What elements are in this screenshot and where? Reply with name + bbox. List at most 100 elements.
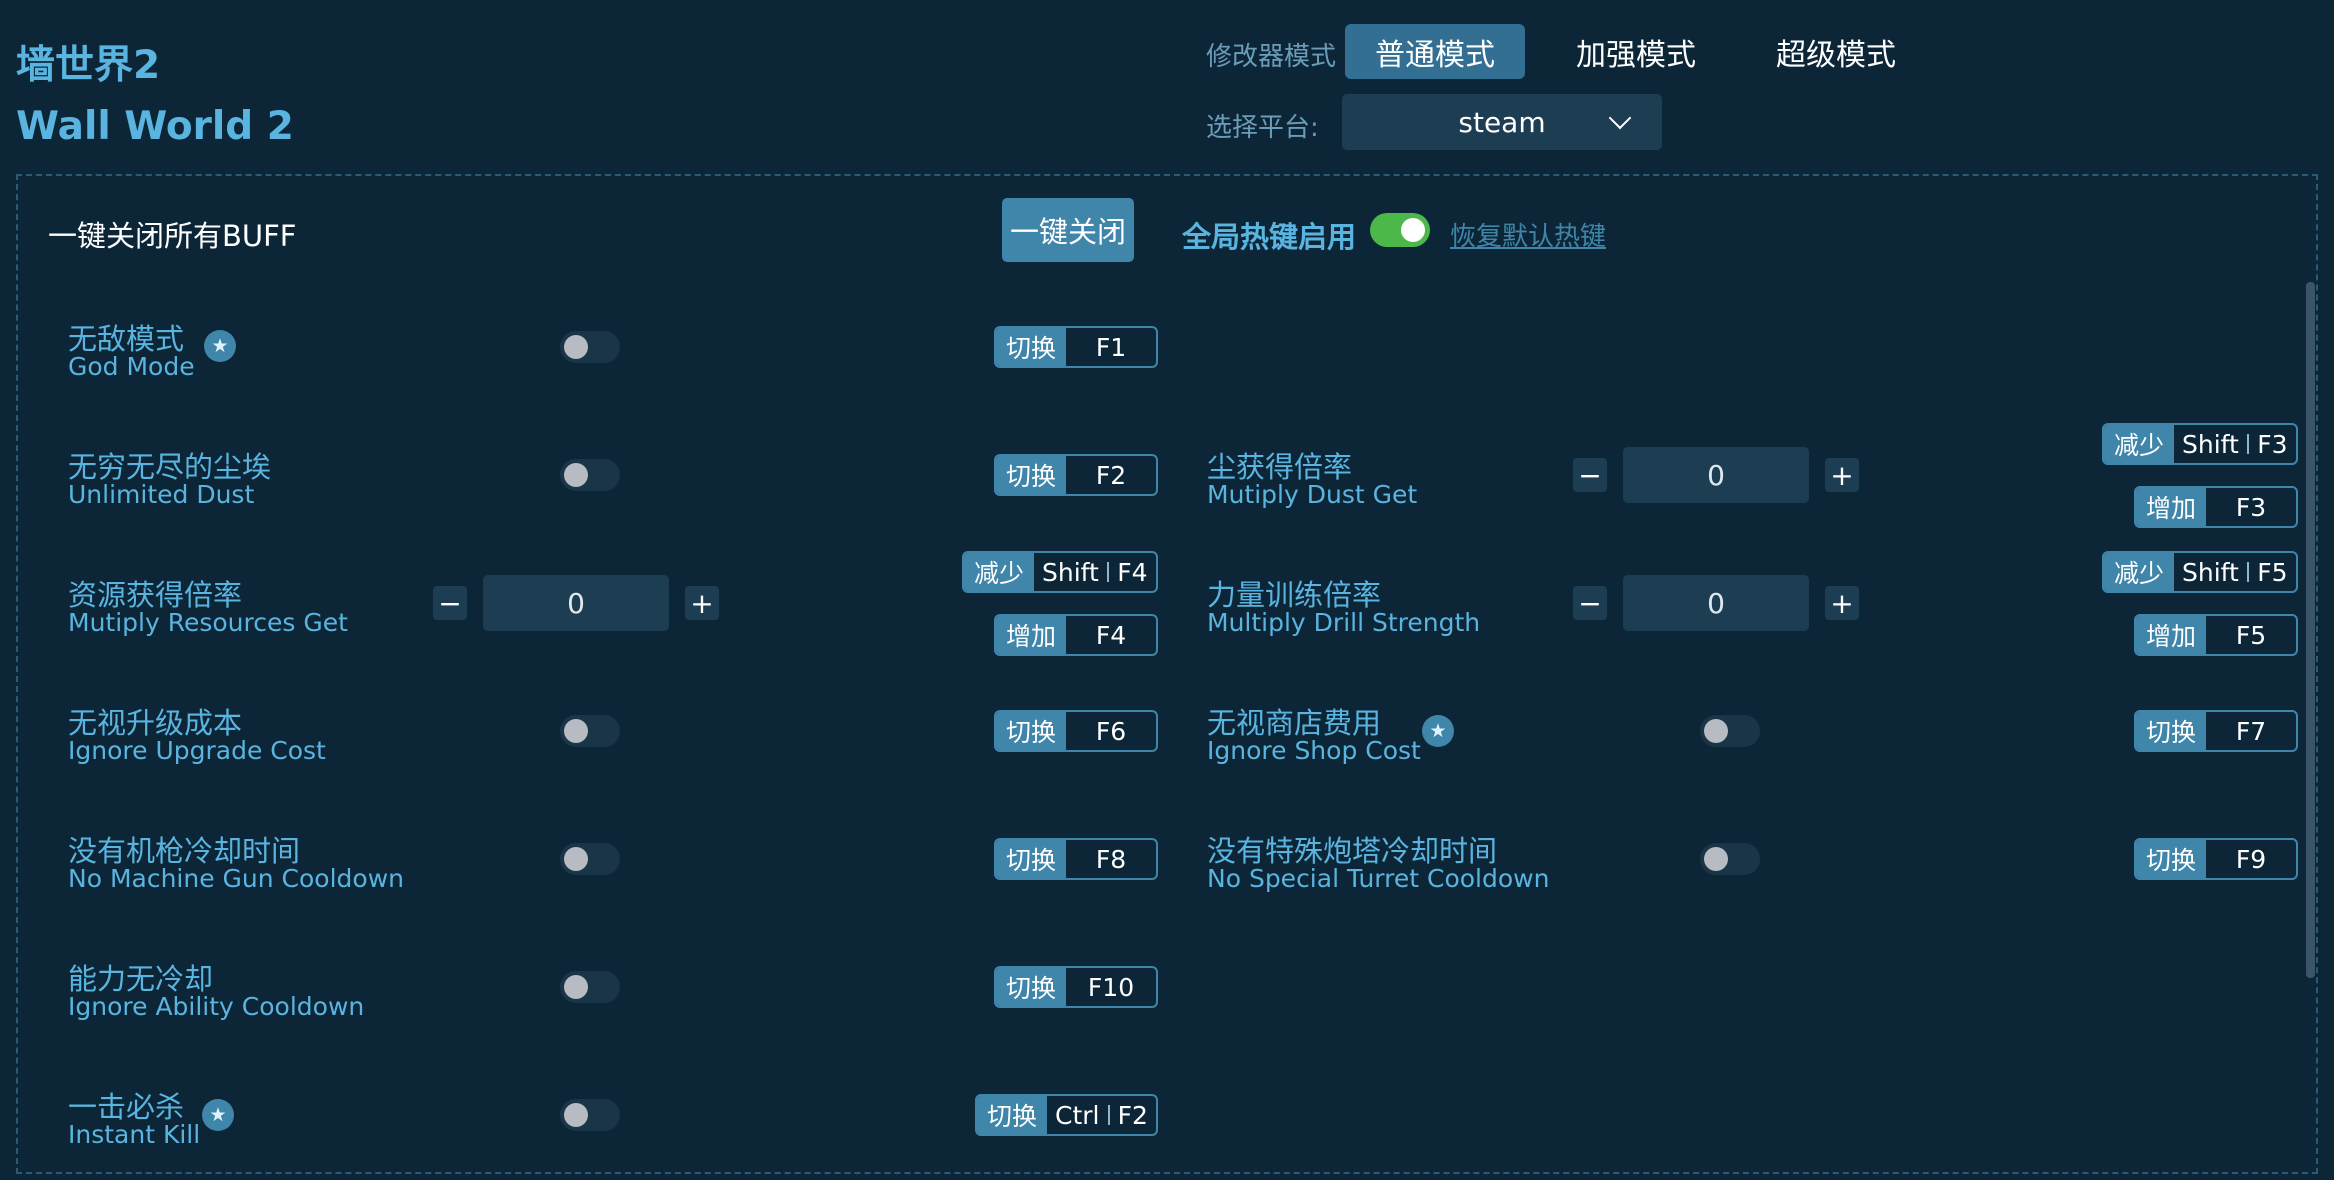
options-panel [16, 174, 2318, 1174]
platform-value: steam [1458, 105, 1546, 139]
minus-icon[interactable]: − [1573, 458, 1607, 492]
hotkey-key: F3 [2257, 429, 2288, 459]
hotkey-resources-get-increase[interactable]: 增加 F4 [994, 614, 1158, 656]
drill-strength-value[interactable]: 0 [1623, 575, 1809, 631]
hotkey-key: F5 [2257, 557, 2288, 587]
option-turret-cooldown-en: No Special Turret Cooldown [1207, 864, 1550, 893]
toggle-instant-kill[interactable] [560, 1099, 620, 1131]
platform-label: 选择平台: [1206, 113, 1319, 143]
buff-label: 一键关闭所有BUFF [48, 219, 297, 253]
hotkey-key: F2 [1117, 1100, 1148, 1130]
hotkey-god-mode[interactable]: 切换 F1 [994, 326, 1158, 368]
hotkey-action: 切换 [996, 456, 1067, 494]
toggle-turret-cooldown[interactable] [1700, 843, 1760, 875]
toggle-knob [564, 847, 588, 871]
toggle-god-mode[interactable] [560, 331, 620, 363]
hotkey-modifier: Shift [2182, 429, 2239, 459]
hotkey-mg-cooldown[interactable]: 切换 F8 [994, 838, 1158, 880]
toggle-mg-cooldown[interactable] [560, 843, 620, 875]
hotkey-key: F10 [1087, 972, 1135, 1002]
hotkey-action: 增加 [2136, 616, 2207, 654]
option-dust-get-en: Mutiply Dust Get [1207, 480, 1418, 509]
hotkey-key: F7 [2235, 716, 2267, 746]
hotkey-key: F4 [1117, 557, 1148, 587]
hotkey-action: 切换 [2136, 840, 2207, 878]
hotkey-action: 减少 [2104, 553, 2175, 591]
mode-super-button[interactable]: 超级模式 [1746, 24, 1926, 79]
toggle-knob [1401, 218, 1425, 242]
option-instant-kill-en: Instant Kill [68, 1120, 201, 1149]
hotkey-key: F2 [1095, 460, 1127, 490]
scrollbar[interactable] [2306, 282, 2315, 978]
toggle-knob [564, 335, 588, 359]
hotkey-action: 切换 [996, 840, 1067, 878]
option-unlimited-dust-en: Unlimited Dust [68, 480, 255, 509]
minus-icon[interactable]: − [433, 586, 467, 620]
option-drill-strength-en: Multiply Drill Strength [1207, 608, 1481, 637]
star-icon: ★ [204, 330, 236, 362]
toggle-ability-cooldown[interactable] [560, 971, 620, 1003]
global-hotkey-toggle[interactable] [1370, 213, 1430, 247]
hotkey-dust-get-increase[interactable]: 增加 F3 [2134, 486, 2298, 528]
hotkey-action: 增加 [2136, 488, 2207, 526]
hotkey-instant-kill[interactable]: 切换 Ctrl F2 [975, 1094, 1158, 1136]
toggle-upgrade-cost[interactable] [560, 715, 620, 747]
dust-get-value[interactable]: 0 [1623, 447, 1809, 503]
plus-icon[interactable]: + [1825, 586, 1859, 620]
star-icon: ★ [202, 1099, 234, 1131]
mode-enhanced-button[interactable]: 加强模式 [1546, 24, 1726, 79]
option-ability-cooldown-en: Ignore Ability Cooldown [68, 992, 365, 1021]
hotkey-action: 增加 [996, 616, 1067, 654]
hotkey-key: F5 [2235, 620, 2267, 650]
hotkey-shop-cost[interactable]: 切换 F7 [2134, 710, 2298, 752]
option-upgrade-cost-en: Ignore Upgrade Cost [68, 736, 326, 765]
hotkey-drill-strength-increase[interactable]: 增加 F5 [2134, 614, 2298, 656]
hotkey-modifier: Shift [1042, 557, 1099, 587]
app-title-cn: 墙世界2 [16, 43, 161, 88]
hotkey-turret-cooldown[interactable]: 切换 F9 [2134, 838, 2298, 880]
hotkey-action: 切换 [996, 328, 1067, 366]
hotkey-action: 切换 [996, 712, 1067, 750]
hotkey-modifier: Shift [2182, 557, 2239, 587]
hotkey-upgrade-cost[interactable]: 切换 F6 [994, 710, 1158, 752]
global-hotkey-label: 全局热键启用 [1182, 220, 1357, 254]
mode-normal-button[interactable]: 普通模式 [1345, 24, 1525, 79]
hotkey-unlimited-dust[interactable]: 切换 F2 [994, 454, 1158, 496]
plus-icon[interactable]: + [1825, 458, 1859, 492]
hotkey-action: 切换 [2136, 712, 2207, 750]
option-mg-cooldown-en: No Machine Gun Cooldown [68, 864, 404, 893]
hotkey-ability-cooldown[interactable]: 切换 F10 [994, 966, 1158, 1008]
toggle-knob [1704, 847, 1728, 871]
hotkey-resources-get-decrease[interactable]: 减少 Shift F4 [962, 551, 1158, 593]
app-title-en: Wall World 2 [16, 104, 294, 149]
hotkey-key: F6 [1095, 716, 1127, 746]
toggle-knob [564, 719, 588, 743]
hotkey-action: 减少 [964, 553, 1035, 591]
hotkey-dust-get-decrease[interactable]: 减少 Shift F3 [2102, 423, 2298, 465]
option-resources-get-en: Mutiply Resources Get [68, 608, 348, 637]
resources-get-value[interactable]: 0 [483, 575, 669, 631]
hotkey-action: 切换 [977, 1096, 1048, 1134]
option-god-mode-en: God Mode [68, 352, 195, 381]
toggle-knob [564, 975, 588, 999]
toggle-knob [564, 463, 588, 487]
plus-icon[interactable]: + [685, 586, 719, 620]
hotkey-action: 切换 [996, 968, 1067, 1006]
hotkey-key: F3 [2235, 492, 2267, 522]
hotkey-modifier: Ctrl [1055, 1100, 1100, 1130]
hotkey-key: F8 [1095, 844, 1127, 874]
option-shop-cost-en: Ignore Shop Cost [1207, 736, 1421, 765]
hotkey-key: F9 [2235, 844, 2267, 874]
toggle-knob [1704, 719, 1728, 743]
toggle-knob [564, 1103, 588, 1127]
hotkey-drill-strength-decrease[interactable]: 减少 Shift F5 [2102, 551, 2298, 593]
toggle-unlimited-dust[interactable] [560, 459, 620, 491]
hotkey-key: F4 [1095, 620, 1127, 650]
toggle-shop-cost[interactable] [1700, 715, 1760, 747]
close-all-button[interactable]: 一键关闭 [1002, 198, 1134, 262]
minus-icon[interactable]: − [1573, 586, 1607, 620]
hotkey-action: 减少 [2104, 425, 2175, 463]
restore-default-hotkeys-link[interactable]: 恢复默认热键 [1450, 216, 1606, 253]
star-icon: ★ [1422, 715, 1454, 747]
mode-label: 修改器模式 [1206, 42, 1337, 72]
